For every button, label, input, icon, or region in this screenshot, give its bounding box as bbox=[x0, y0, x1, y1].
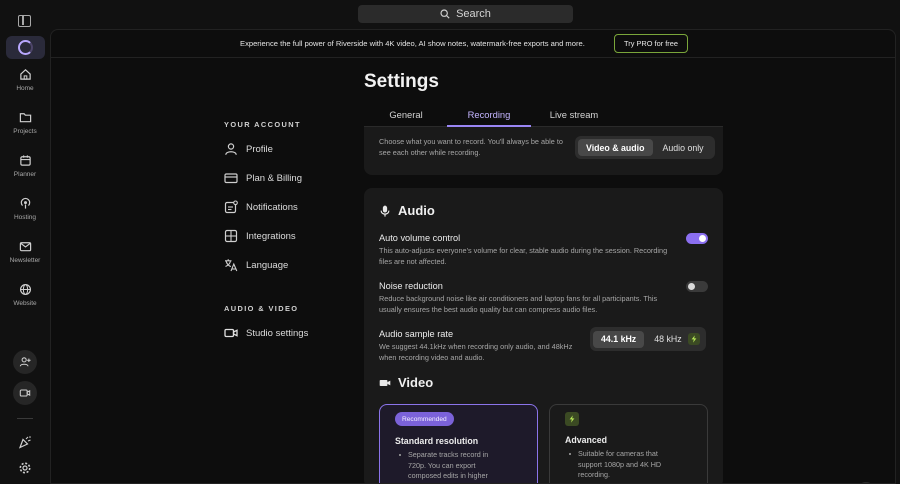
record-mode-selector: Video & audio Audio only bbox=[575, 136, 715, 159]
nav-heading-audio-video: AUDIO & VIDEO bbox=[224, 304, 299, 313]
microphone-icon bbox=[380, 205, 390, 217]
tab-general[interactable]: General bbox=[376, 109, 436, 120]
rail-item-projects[interactable]: Projects bbox=[0, 111, 50, 135]
sidebar-toggle-icon[interactable] bbox=[18, 15, 31, 27]
nav-label-profile: Profile bbox=[246, 143, 273, 155]
noise-reduction-toggle[interactable] bbox=[686, 281, 708, 292]
audio-heading-text: Audio bbox=[398, 203, 435, 218]
nav-label-notifications: Notifications bbox=[246, 201, 298, 213]
nav-label-integrations: Integrations bbox=[246, 230, 296, 242]
settings-tabs: General Recording Live stream bbox=[364, 107, 723, 127]
invite-user-button[interactable] bbox=[13, 350, 37, 374]
nav-item-notifications[interactable]: Notifications bbox=[224, 199, 298, 215]
riverside-logo[interactable] bbox=[6, 36, 45, 59]
rail-label-newsletter: Newsletter bbox=[9, 257, 41, 264]
translate-icon bbox=[225, 259, 238, 272]
toggle-knob bbox=[699, 235, 706, 242]
page-title: Settings bbox=[364, 71, 439, 92]
record-mode-card: Choose what you want to record. You'll a… bbox=[364, 127, 723, 175]
search-icon bbox=[440, 9, 450, 19]
nav-item-integrations[interactable]: Integrations bbox=[224, 228, 296, 244]
option-video-audio[interactable]: Video & audio bbox=[578, 139, 653, 156]
tab-recording[interactable]: Recording bbox=[447, 109, 531, 120]
credit-card-icon bbox=[224, 173, 238, 184]
video-camera-icon bbox=[379, 379, 391, 386]
auto-volume-toggle[interactable] bbox=[686, 233, 708, 244]
sample-rate-title: Audio sample rate bbox=[379, 329, 454, 339]
auto-volume-description: This auto-adjusts everyone's volume for … bbox=[379, 246, 668, 266]
rail-item-newsletter[interactable]: Newsletter bbox=[0, 240, 50, 264]
nav-label-studio-settings: Studio settings bbox=[246, 327, 309, 339]
rail-item-planner[interactable]: Planner bbox=[0, 154, 50, 178]
option-audio-only[interactable]: Audio only bbox=[655, 139, 712, 156]
nav-label-billing: Plan & Billing bbox=[246, 172, 302, 184]
sample-rate-description: We suggest 44.1kHz when recording only a… bbox=[379, 342, 573, 362]
rail-label-website: Website bbox=[13, 300, 37, 307]
upgrade-banner: Experience the full power of Riverside w… bbox=[51, 30, 895, 58]
standard-resolution-option[interactable]: Recommended Standard resolution Separate… bbox=[379, 404, 538, 483]
try-pro-button[interactable]: Try PRO for free bbox=[614, 34, 688, 53]
record-mode-description: Choose what you want to record. You'll a… bbox=[379, 137, 563, 157]
rail-label-home: Home bbox=[16, 85, 34, 92]
video-heading-text: Video bbox=[398, 375, 434, 390]
audio-heading: Audio bbox=[379, 203, 435, 218]
lightning-icon bbox=[691, 335, 697, 343]
standard-resolution-title: Standard resolution bbox=[395, 436, 479, 446]
pro-bolt-badge bbox=[687, 333, 700, 345]
auto-volume-title: Auto volume control bbox=[379, 233, 461, 243]
puzzle-icon bbox=[224, 229, 238, 243]
rail-label-hosting: Hosting bbox=[13, 214, 37, 221]
camera-icon bbox=[19, 389, 31, 397]
audio-video-card: Audio Auto volume control This auto-adju… bbox=[364, 188, 723, 483]
nav-heading-account: YOUR ACCOUNT bbox=[224, 120, 301, 129]
globe-icon bbox=[19, 283, 31, 296]
sample-rate-selector: 44.1 kHz 48 kHz bbox=[590, 327, 706, 351]
calendar-icon bbox=[19, 155, 31, 166]
home-icon bbox=[19, 69, 31, 80]
option-44k[interactable]: 44.1 kHz bbox=[593, 330, 645, 348]
tab-live-stream[interactable]: Live stream bbox=[539, 109, 609, 120]
advanced-resolution-bullet: Suitable for cameras that support 1080p … bbox=[569, 449, 673, 481]
nav-label-language: Language bbox=[246, 259, 289, 271]
settings-gear-icon[interactable] bbox=[18, 461, 32, 475]
recommended-badge: Recommended bbox=[395, 412, 454, 426]
left-rail: Home Projects Planner Hosting Newsletter… bbox=[0, 29, 50, 484]
search-label: Search bbox=[456, 8, 491, 20]
pro-bolt-badge bbox=[565, 412, 579, 426]
advanced-resolution-title: Advanced bbox=[565, 435, 608, 445]
rail-item-hosting[interactable]: Hosting bbox=[0, 197, 50, 221]
podcast-icon bbox=[20, 197, 30, 209]
rail-item-website[interactable]: Website bbox=[0, 283, 50, 307]
nav-item-billing[interactable]: Plan & Billing bbox=[224, 170, 302, 186]
main-panel: Experience the full power of Riverside w… bbox=[50, 29, 896, 484]
top-bar: Search bbox=[0, 0, 900, 29]
standard-resolution-bullet: Separate tracks record in 720p. You can … bbox=[399, 450, 508, 482]
search-bar[interactable]: Search bbox=[358, 5, 573, 23]
option-48k[interactable]: 48 kHz bbox=[646, 331, 685, 348]
record-studio-button[interactable] bbox=[13, 381, 37, 405]
user-icon bbox=[225, 143, 237, 155]
folder-icon bbox=[19, 113, 31, 123]
logo-ring-icon bbox=[18, 40, 33, 55]
noise-reduction-title: Noise reduction bbox=[379, 281, 443, 291]
rail-label-planner: Planner bbox=[13, 171, 37, 178]
lightning-icon bbox=[569, 415, 575, 423]
bell-icon bbox=[224, 200, 238, 214]
nav-item-language[interactable]: Language bbox=[224, 257, 288, 273]
video-heading: Video bbox=[379, 375, 433, 390]
banner-text: Experience the full power of Riverside w… bbox=[240, 39, 585, 48]
nav-item-studio-settings[interactable]: Studio settings bbox=[224, 325, 308, 341]
mail-icon bbox=[19, 242, 31, 252]
party-popper-icon[interactable] bbox=[18, 435, 32, 449]
toggle-knob bbox=[688, 283, 695, 290]
nav-item-profile[interactable]: Profile bbox=[224, 141, 273, 157]
noise-reduction-description: Reduce background noise like air conditi… bbox=[379, 294, 658, 314]
camera-icon bbox=[224, 328, 238, 338]
add-user-icon bbox=[19, 357, 31, 367]
rail-divider bbox=[17, 418, 33, 419]
rail-item-home[interactable]: Home bbox=[0, 68, 50, 92]
advanced-resolution-option[interactable]: Advanced Suitable for cameras that suppo… bbox=[549, 404, 708, 483]
rail-label-projects: Projects bbox=[13, 128, 37, 135]
